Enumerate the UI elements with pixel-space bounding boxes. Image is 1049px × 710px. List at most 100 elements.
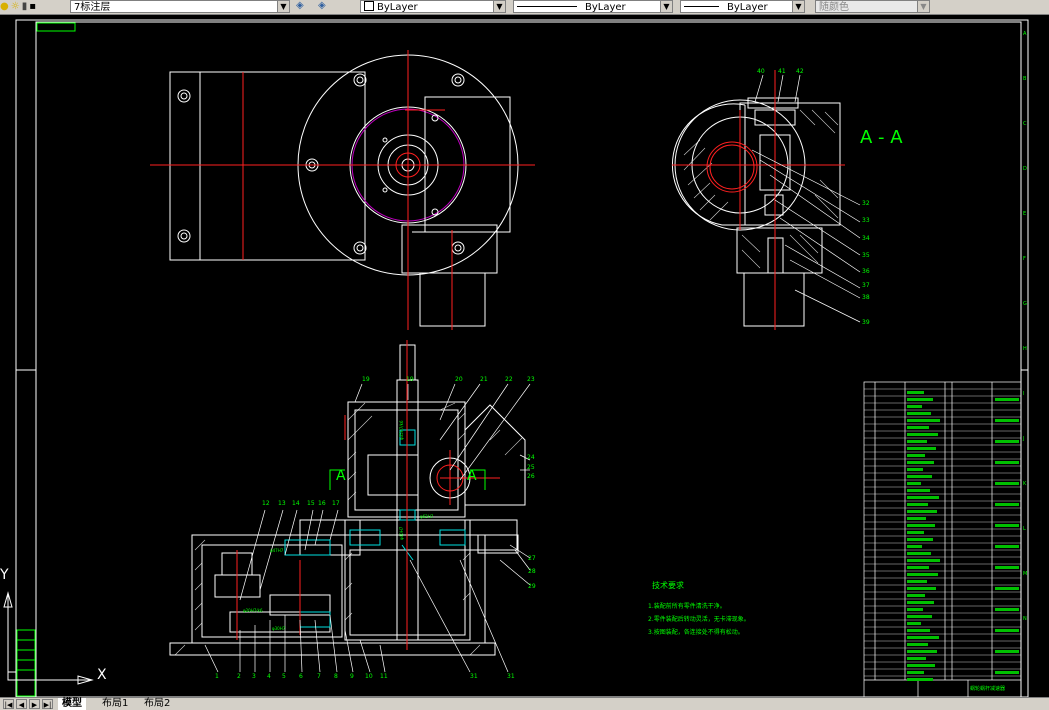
- zone-letters: A B C D E F G H I J K L M N: [1022, 31, 1027, 622]
- next-tab-icon[interactable]: ▶: [29, 699, 40, 709]
- bom-cell-mark: [907, 664, 935, 667]
- tab-layout2[interactable]: 布局2: [140, 698, 174, 710]
- bom-cell-mark: [907, 412, 931, 415]
- svg-text:28: 28: [528, 568, 536, 575]
- svg-text:31: 31: [470, 673, 478, 680]
- svg-text:12: 12: [262, 500, 270, 507]
- bom-cell-mark: [907, 398, 933, 401]
- layout-tabs-bar: |◀ ◀ ▶ ▶| 模型 布局1 布局2: [0, 697, 1049, 710]
- bom-cell-mark: [995, 608, 1019, 611]
- bom-cell-mark: [907, 461, 934, 464]
- svg-text:14: 14: [292, 500, 300, 507]
- bom-cell-mark: [907, 433, 938, 436]
- properties-toolbar: ● ☼ ▮ ▪ 7标注层 ▼ ◈ ◈ ByLayer ▼ ByLayer ▼ ByLa…: [0, 0, 1049, 15]
- requirement-line: 1.装配前所有零件清洗干净。: [648, 602, 726, 610]
- ucs-x-label: X: [97, 667, 107, 683]
- svg-text:φ47H7: φ47H7: [270, 548, 284, 553]
- bom-cell-mark: [907, 447, 936, 450]
- chevron-down-icon: ▼: [917, 1, 929, 12]
- bom-cell-mark: [907, 440, 927, 443]
- svg-text:32: 32: [862, 200, 870, 207]
- svg-text:φ30H7: φ30H7: [272, 626, 286, 631]
- layer-previous-icon[interactable]: ◈: [296, 0, 304, 11]
- tab-layout1[interactable]: 布局1: [98, 698, 132, 710]
- layer-dropdown[interactable]: 7标注层 ▼: [70, 0, 290, 13]
- svg-text:K: K: [1023, 481, 1027, 487]
- color-swatch-icon: [364, 1, 374, 11]
- svg-text:φ35H7/k6: φ35H7/k6: [399, 420, 404, 440]
- light-bulb-icon[interactable]: ●: [0, 0, 9, 13]
- svg-text:B: B: [1023, 76, 1027, 82]
- bom-cell-mark: [995, 419, 1019, 422]
- bom-cell-mark: [907, 636, 939, 639]
- plotstyle-value: 随颜色: [819, 2, 849, 13]
- layer-state-icons[interactable]: ● ☼ ▮ ▪: [0, 0, 38, 13]
- layer-name: 7标注层: [74, 2, 111, 13]
- chevron-down-icon[interactable]: ▼: [493, 1, 505, 12]
- chevron-down-icon[interactable]: ▼: [277, 1, 289, 12]
- svg-text:40: 40: [757, 68, 765, 75]
- bom-cell-mark: [995, 545, 1019, 548]
- last-tab-icon[interactable]: ▶|: [42, 699, 53, 709]
- bom-table: [863, 381, 1022, 698]
- drawing-canvas[interactable]: ABC DEF GHI JKL MN 40 41 42 32 33 34 35 …: [0, 14, 1049, 698]
- svg-text:36: 36: [862, 268, 870, 275]
- requirements-title: 技术要求: [652, 580, 684, 590]
- lineweight-dropdown[interactable]: ByLayer ▼: [680, 0, 805, 13]
- svg-text:J: J: [1022, 436, 1024, 442]
- bom-cell-mark: [995, 650, 1019, 653]
- bom-cell-mark: [907, 503, 928, 506]
- layer-match-icon[interactable]: ◈: [318, 0, 326, 11]
- svg-text:5: 5: [282, 673, 286, 680]
- bom-cell-mark: [907, 580, 927, 583]
- chevron-down-icon[interactable]: ▼: [792, 1, 804, 12]
- bom-cell-mark: [907, 531, 924, 534]
- bom-cell-mark: [907, 468, 923, 471]
- svg-text:37: 37: [862, 282, 870, 289]
- lineweight-value: ByLayer: [727, 2, 768, 13]
- svg-text:16: 16: [318, 500, 326, 507]
- svg-text:C: C: [1023, 121, 1027, 127]
- linetype-dropdown[interactable]: ByLayer ▼: [513, 0, 673, 13]
- svg-text:41: 41: [778, 68, 786, 75]
- bom-cell-mark: [995, 461, 1019, 464]
- sun-icon[interactable]: ☼: [11, 0, 20, 13]
- bom-cell-mark: [907, 629, 930, 632]
- svg-text:11: 11: [380, 673, 388, 680]
- svg-text:23: 23: [527, 376, 535, 383]
- svg-text:10: 10: [365, 673, 373, 680]
- bom-cell-mark: [907, 517, 926, 520]
- bom-cell-mark: [907, 552, 931, 555]
- lock-icon[interactable]: ▮: [22, 0, 28, 13]
- svg-text:φ20H7/k6: φ20H7/k6: [243, 608, 263, 613]
- color-dropdown[interactable]: ByLayer ▼: [360, 0, 506, 13]
- bom-cell-mark: [907, 545, 922, 548]
- svg-text:29: 29: [528, 583, 536, 590]
- tab-model[interactable]: 模型: [58, 698, 86, 710]
- svg-text:N: N: [1023, 616, 1027, 622]
- svg-text:3: 3: [252, 673, 256, 680]
- bom-cell-mark: [907, 594, 925, 597]
- first-tab-icon[interactable]: |◀: [3, 699, 14, 709]
- svg-text:2: 2: [237, 673, 241, 680]
- bom-cell-mark: [995, 440, 1019, 443]
- chevron-down-icon[interactable]: ▼: [660, 1, 672, 12]
- svg-text:6: 6: [299, 673, 303, 680]
- bom-cell-mark: [995, 398, 1019, 401]
- bom-cell-mark: [995, 524, 1019, 527]
- svg-text:19: 19: [406, 376, 414, 383]
- previous-tab-icon[interactable]: ◀: [16, 699, 27, 709]
- svg-text:42: 42: [796, 68, 804, 75]
- svg-text:21: 21: [480, 376, 488, 383]
- section-red-lines: [672, 70, 845, 330]
- bom-cell-mark: [907, 538, 933, 541]
- bom-cell-mark: [995, 503, 1019, 506]
- svg-text:19: 19: [362, 376, 370, 383]
- svg-text:39: 39: [862, 319, 870, 326]
- bom-cell-mark: [995, 671, 1019, 674]
- color-square-icon[interactable]: ▪: [29, 0, 36, 13]
- svg-text:34: 34: [862, 235, 870, 242]
- bom-cell-mark: [907, 601, 934, 604]
- drawing-frame: [15, 19, 1029, 698]
- top-view: [169, 54, 519, 327]
